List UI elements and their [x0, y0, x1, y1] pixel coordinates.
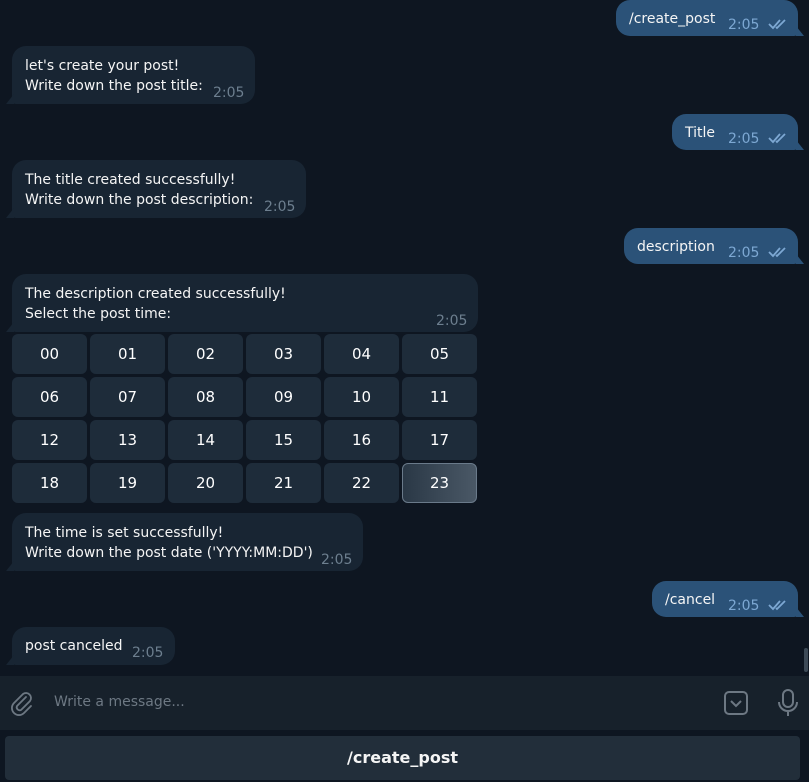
message-time: 2:05: [321, 552, 353, 568]
message-text: The title created successfully! Write do…: [25, 172, 254, 208]
message-text: description: [637, 239, 715, 255]
double-check-icon: [768, 19, 786, 30]
microphone-icon[interactable]: [775, 688, 801, 718]
message-time: 2:05: [213, 85, 245, 101]
hour-key-09[interactable]: 09: [246, 377, 321, 417]
message-text: The description created successfully! Se…: [25, 286, 286, 322]
hour-key-00[interactable]: 00: [12, 334, 87, 374]
paperclip-icon[interactable]: [9, 690, 35, 716]
outgoing-message[interactable]: /create_post 2:05: [616, 0, 804, 36]
message-time: 2:05: [728, 17, 760, 33]
hour-key-16[interactable]: 16: [324, 420, 399, 460]
message-composer: Write a message...: [0, 676, 809, 730]
message-time: 2:05: [728, 131, 760, 147]
chat-scrollbar[interactable]: [804, 648, 808, 672]
hour-key-15[interactable]: 15: [246, 420, 321, 460]
hour-key-19[interactable]: 19: [90, 463, 165, 503]
incoming-message[interactable]: The time is set successfully! Write down…: [6, 513, 363, 571]
outgoing-message[interactable]: /cancel 2:05: [652, 581, 804, 617]
hour-key-02[interactable]: 02: [168, 334, 243, 374]
double-check-icon: [768, 133, 786, 144]
hour-key-12[interactable]: 12: [12, 420, 87, 460]
message-text: /cancel: [665, 592, 716, 608]
hour-key-23[interactable]: 23: [402, 463, 477, 503]
message-text: The time is set successfully! Write down…: [25, 525, 313, 561]
chat-history[interactable]: /create_post 2:05 let's create your post…: [0, 0, 809, 676]
outgoing-message[interactable]: description 2:05: [624, 228, 804, 264]
create-post-button[interactable]: /create_post: [5, 736, 800, 780]
message-time: 2:05: [728, 598, 760, 614]
hour-key-13[interactable]: 13: [90, 420, 165, 460]
incoming-message[interactable]: post canceled 2:05: [6, 627, 175, 665]
message-text: Title: [685, 125, 716, 141]
message-input[interactable]: Write a message...: [54, 694, 185, 710]
hour-key-18[interactable]: 18: [12, 463, 87, 503]
hour-key-22[interactable]: 22: [324, 463, 399, 503]
hour-key-21[interactable]: 21: [246, 463, 321, 503]
reply-keyboard: /create_post: [0, 730, 809, 782]
outgoing-message[interactable]: Title 2:05: [672, 114, 804, 150]
hour-key-05[interactable]: 05: [402, 334, 477, 374]
hour-key-10[interactable]: 10: [324, 377, 399, 417]
incoming-message[interactable]: The title created successfully! Write do…: [6, 160, 306, 218]
hour-key-03[interactable]: 03: [246, 334, 321, 374]
hour-key-07[interactable]: 07: [90, 377, 165, 417]
hour-key-14[interactable]: 14: [168, 420, 243, 460]
message-text: let's create your post! Write down the p…: [25, 58, 203, 94]
message-text: /create_post: [629, 11, 716, 27]
hour-key-20[interactable]: 20: [168, 463, 243, 503]
hour-key-17[interactable]: 17: [402, 420, 477, 460]
hour-key-11[interactable]: 11: [402, 377, 477, 417]
hour-key-01[interactable]: 01: [90, 334, 165, 374]
message-time: 2:05: [132, 645, 164, 661]
hour-key-08[interactable]: 08: [168, 377, 243, 417]
message-time: 2:05: [436, 313, 468, 329]
incoming-message[interactable]: let's create your post! Write down the p…: [6, 46, 255, 104]
message-time: 2:05: [728, 245, 760, 261]
message-time: 2:05: [264, 199, 296, 215]
incoming-message[interactable]: The description created successfully! Se…: [6, 274, 478, 332]
message-text: post canceled: [25, 638, 123, 654]
double-check-icon: [768, 247, 786, 258]
double-check-icon: [768, 600, 786, 611]
bot-keyboard-icon[interactable]: [723, 690, 749, 716]
hour-key-06[interactable]: 06: [12, 377, 87, 417]
hour-key-04[interactable]: 04: [324, 334, 399, 374]
